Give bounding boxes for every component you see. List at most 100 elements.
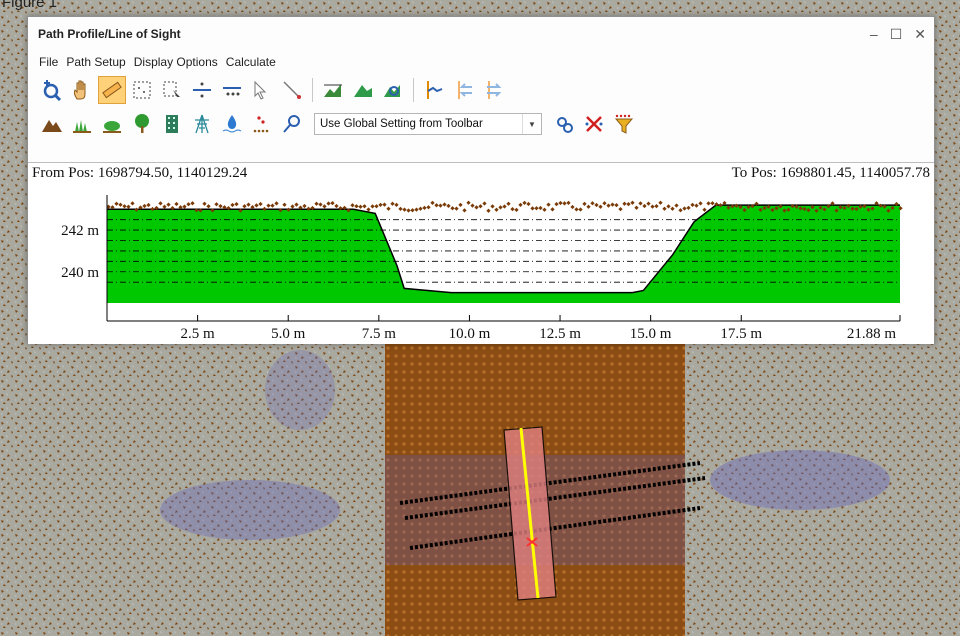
point-marker xyxy=(646,201,651,206)
point-marker xyxy=(334,203,339,209)
point-marker xyxy=(534,206,539,211)
point-marker xyxy=(666,204,671,209)
point-marker xyxy=(622,201,627,206)
point-marker xyxy=(218,203,223,209)
point-marker xyxy=(518,202,523,208)
profile-chart[interactable]: From Pos: 1698794.50, 1140129.24 To Pos:… xyxy=(28,162,934,344)
point-marker xyxy=(502,204,507,209)
point-marker xyxy=(626,201,631,207)
point-marker xyxy=(530,206,535,211)
point-marker xyxy=(654,203,659,209)
point-marker xyxy=(234,201,239,207)
point-marker xyxy=(358,204,363,209)
point-marker xyxy=(370,204,375,209)
title-bar[interactable]: Path Profile/Line of Sight – ☐ ✕ xyxy=(28,17,934,51)
point-marker xyxy=(630,200,635,205)
point-marker xyxy=(690,202,695,208)
point-marker xyxy=(114,201,119,206)
x-tick-label: 10.0 m xyxy=(449,326,491,342)
point-marker xyxy=(202,201,207,206)
point-marker xyxy=(434,203,439,208)
grass-icon[interactable] xyxy=(68,110,96,138)
point-marker xyxy=(258,201,263,207)
point-marker xyxy=(498,205,503,210)
terrain-fill-icon[interactable] xyxy=(349,76,377,104)
point-marker xyxy=(674,203,679,208)
terrain-chart-icon[interactable] xyxy=(319,76,347,104)
ruler-icon[interactable] xyxy=(98,76,126,104)
point-marker xyxy=(446,203,451,209)
minimize-button[interactable]: – xyxy=(870,26,878,43)
point-marker xyxy=(146,202,151,208)
x-tick-label: 2.5 m xyxy=(181,326,216,342)
point-marker xyxy=(422,205,427,211)
point-marker xyxy=(458,202,463,208)
building-icon[interactable] xyxy=(158,110,186,138)
menu-file[interactable]: File xyxy=(38,55,59,69)
divide-icon[interactable] xyxy=(188,76,216,104)
tree-icon[interactable] xyxy=(128,110,156,138)
point-marker xyxy=(658,200,663,205)
point-marker xyxy=(374,204,379,209)
x-tick-label: 21.88 m xyxy=(847,326,897,342)
point-marker xyxy=(598,204,603,209)
maximize-button[interactable]: ☐ xyxy=(890,26,903,43)
pin-icon[interactable] xyxy=(278,110,306,138)
menu-path-setup[interactable]: Path Setup xyxy=(65,55,126,69)
chevron-down-icon[interactable]: ▼ xyxy=(522,114,541,134)
point-marker xyxy=(582,201,587,207)
close-button[interactable]: ✕ xyxy=(914,26,926,43)
point-marker xyxy=(314,201,319,206)
menu-calculate[interactable]: Calculate xyxy=(225,55,277,69)
point-marker xyxy=(470,203,475,208)
point-marker xyxy=(594,202,599,208)
zoom-plus-icon[interactable] xyxy=(38,76,66,104)
point-marker xyxy=(570,204,575,210)
select-box-icon[interactable] xyxy=(128,76,156,104)
point-marker xyxy=(274,201,279,206)
point-marker xyxy=(482,201,487,206)
pan-hand-icon[interactable] xyxy=(68,76,96,104)
point-marker xyxy=(694,203,699,208)
point-marker xyxy=(574,207,579,212)
select-points-icon[interactable] xyxy=(158,76,186,104)
point-marker xyxy=(386,206,391,211)
point-marker xyxy=(438,203,443,208)
point-marker xyxy=(554,201,559,207)
menu-display-options[interactable]: Display Options xyxy=(133,55,219,69)
filter-icon[interactable] xyxy=(610,110,638,138)
profile-line-icon[interactable] xyxy=(420,76,448,104)
terrain-icon[interactable] xyxy=(38,110,66,138)
point-marker xyxy=(326,201,331,206)
pointer-icon[interactable] xyxy=(248,76,276,104)
profile-arrow-right-icon[interactable] xyxy=(480,76,508,104)
tower-icon[interactable] xyxy=(188,110,216,138)
point-marker xyxy=(142,203,147,209)
divide-points-icon[interactable] xyxy=(218,76,246,104)
point-marker xyxy=(246,202,251,207)
terrain-zoom-icon[interactable] xyxy=(379,76,407,104)
water-icon[interactable] xyxy=(218,110,246,138)
classification-dropdown[interactable]: Use Global Setting from Toolbar ▼ xyxy=(314,113,542,135)
point-marker xyxy=(566,200,571,206)
clear-x-icon[interactable] xyxy=(580,110,608,138)
shrub-icon[interactable] xyxy=(98,110,126,138)
point-marker xyxy=(282,202,287,207)
y-tick-label: 242 m xyxy=(61,223,99,239)
point-marker xyxy=(290,204,295,209)
point-marker xyxy=(562,201,567,206)
line-pointer-icon[interactable] xyxy=(278,76,306,104)
point-marker xyxy=(166,202,171,207)
point-marker xyxy=(418,206,423,211)
point-marker xyxy=(174,201,179,207)
point-marker xyxy=(442,202,447,207)
point-marker xyxy=(406,208,411,213)
point-marker xyxy=(494,207,499,212)
point-marker xyxy=(678,208,683,213)
settings-gear-icon[interactable] xyxy=(550,110,578,138)
point-marker xyxy=(354,204,359,209)
profile-arrow-left-icon[interactable] xyxy=(450,76,478,104)
toolbar-1 xyxy=(28,73,934,107)
points-icon[interactable] xyxy=(248,110,276,138)
point-marker xyxy=(542,207,547,212)
